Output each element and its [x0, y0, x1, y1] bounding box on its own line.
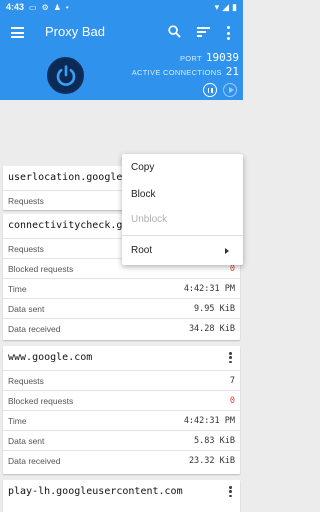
connection-card[interactable]: www.google.com Requests 7 Blocked reques…	[3, 346, 240, 474]
context-menu: Copy Block Unblock Root	[122, 154, 243, 265]
app-bar: Proxy Bad PORT 19039 ACTIVE CONNECTIONS …	[0, 14, 243, 100]
overflow-menu-icon[interactable]	[226, 26, 230, 40]
stat-value: 7	[229, 376, 235, 386]
stat-row: Requests 7	[3, 370, 240, 390]
stat-label: Time	[8, 416, 27, 426]
power-icon	[56, 64, 75, 86]
stat-value: 5.83 KiB	[194, 436, 235, 446]
stat-row: Blocked requests 0	[3, 390, 240, 410]
stat-label: Data sent	[8, 304, 45, 314]
host-name: www.google.com	[8, 352, 93, 363]
status-bar: 4:43 ▭ ⚙ ♟ • ▾ ◢ ▮	[0, 0, 243, 14]
stat-label: Data sent	[8, 436, 45, 446]
battery-icon: ▮	[232, 1, 237, 12]
stat-label: Data received	[8, 456, 61, 466]
port-display: PORT 19039	[180, 51, 239, 64]
stat-value: 34.28 KiB	[188, 324, 235, 334]
active-connections-label: ACTIVE CONNECTIONS	[131, 68, 222, 77]
submenu-arrow-icon	[225, 248, 229, 254]
power-toggle-button[interactable]	[47, 57, 84, 94]
android-icon: ♟	[53, 2, 61, 12]
active-connections-display: ACTIVE CONNECTIONS 21	[132, 65, 239, 78]
stat-value: 4:42:31 PM	[183, 416, 235, 426]
notification-icon: ▭	[29, 2, 37, 12]
connection-card[interactable]: play-lh.googleusercontent.com	[3, 480, 240, 512]
host-name: play-lh.googleusercontent.com	[8, 486, 183, 497]
stat-row: Data sent 9.95 KiB	[3, 298, 240, 318]
stat-label: Time	[8, 284, 27, 294]
stat-value: 0	[229, 264, 235, 274]
stat-row: Time 4:42:31 PM	[3, 410, 240, 430]
menu-item-label: Root	[131, 245, 153, 256]
menu-item-block[interactable]: Block	[122, 181, 243, 209]
port-value: 19039	[205, 51, 239, 64]
stat-label: Blocked requests	[8, 396, 74, 406]
menu-item-copy[interactable]: Copy	[122, 154, 243, 182]
status-time: 4:43	[6, 2, 25, 12]
menu-item-root[interactable]: Root	[122, 237, 243, 265]
active-connections-value: 21	[225, 65, 239, 78]
settings-status-icon: ⚙	[41, 2, 49, 12]
stat-value: 0	[229, 396, 235, 406]
pause-button[interactable]	[203, 83, 217, 97]
wifi-icon: ▾	[214, 1, 220, 12]
menu-item-label: Block	[131, 189, 156, 200]
stat-label: Blocked requests	[8, 264, 74, 274]
stat-value: 9.95 KiB	[194, 304, 235, 314]
port-label: PORT	[179, 54, 202, 63]
play-button[interactable]	[223, 83, 237, 97]
stat-label: Requests	[8, 376, 44, 386]
menu-icon[interactable]	[11, 27, 24, 38]
menu-divider	[122, 235, 243, 236]
menu-item-label: Copy	[131, 162, 155, 173]
dot-icon: •	[65, 2, 69, 12]
card-menu-icon[interactable]	[229, 352, 232, 363]
stat-value: 4:42:31 PM	[183, 284, 235, 294]
signal-icon: ◢	[222, 1, 230, 12]
stat-row: Data received 34.28 KiB	[3, 318, 240, 338]
card-menu-icon[interactable]	[229, 486, 232, 497]
menu-item-unblock: Unblock	[122, 206, 243, 234]
stat-row: Data sent 5.83 KiB	[3, 430, 240, 450]
stat-value: 23.32 KiB	[188, 456, 235, 466]
stat-row: Data received 23.32 KiB	[3, 450, 240, 470]
search-icon[interactable]	[168, 25, 181, 38]
app-title: Proxy Bad	[45, 24, 105, 39]
stat-label: Requests	[8, 244, 44, 254]
menu-item-label: Unblock	[131, 214, 168, 225]
stat-row: Time 4:42:31 PM	[3, 278, 240, 298]
sort-icon[interactable]	[197, 27, 210, 37]
stat-label: Data received	[8, 324, 61, 334]
stat-label: Requests	[8, 196, 44, 206]
